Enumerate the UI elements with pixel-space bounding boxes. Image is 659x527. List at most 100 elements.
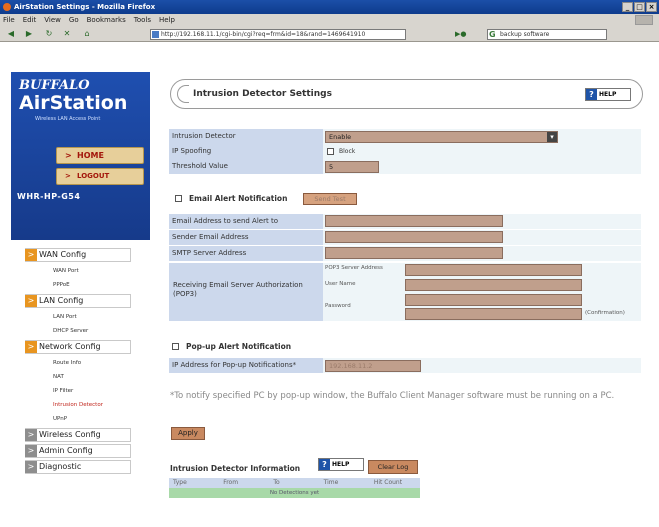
column-from: From — [223, 479, 239, 486]
chevron-right-icon: > — [25, 341, 37, 353]
ip-spoofing-checkbox[interactable] — [327, 148, 334, 155]
email-alert-heading: Email Alert Notification — [175, 194, 287, 203]
help-icon: ? — [586, 89, 597, 100]
window-controls: _ □ × — [622, 2, 657, 12]
search-field[interactable]: G backup software — [487, 29, 607, 40]
sidebar-sub-intrusion-detector[interactable]: Intrusion Detector — [53, 402, 103, 408]
home-label: HOME — [77, 151, 104, 160]
sidebar-item-admin-config[interactable]: > Admin Config — [25, 444, 131, 458]
pop3-server-label: POP3 Server Address — [325, 265, 383, 271]
go-icon[interactable]: ▶● — [455, 29, 475, 39]
sidebar-item-wireless-config[interactable]: > Wireless Config — [25, 428, 131, 442]
clear-log-button[interactable]: Clear Log — [368, 460, 418, 474]
menu-bookmarks[interactable]: Bookmarks — [87, 14, 126, 26]
chevron-right-icon: > — [25, 249, 37, 261]
search-value: backup software — [500, 31, 550, 38]
intrusion-detector-select[interactable]: Enable ▾ — [325, 131, 558, 143]
model-name: WHR-HP-G54 — [17, 192, 81, 201]
logout-label: LOGOUT — [77, 172, 110, 180]
sidebar-sub-dhcp-server[interactable]: DHCP Server — [53, 328, 88, 334]
sidebar-sub-pppoe[interactable]: PPPoE — [53, 282, 70, 288]
chevron-right-icon: > — [25, 461, 37, 473]
help-button[interactable]: ? HELP — [585, 88, 631, 101]
sidebar-item-label: Network Config — [39, 342, 101, 351]
table-header: Type From To Time Hit Count — [169, 478, 420, 488]
minimize-button[interactable]: _ — [622, 2, 633, 12]
home-icon[interactable]: ⌂ — [80, 29, 94, 39]
sidebar-item-lan-config[interactable]: > LAN Config — [25, 294, 131, 308]
sidebar-sub-nat[interactable]: NAT — [53, 374, 64, 380]
pop3-label: Receiving Email Server Authorization (PO… — [169, 263, 323, 321]
confirmation-label: (Confirmation) — [585, 310, 625, 316]
intrusion-detector-value: Enable — [329, 133, 352, 141]
sidebar-sub-route-info[interactable]: Route Info — [53, 360, 81, 366]
threshold-row: Threshold Value 5 — [169, 159, 641, 174]
info-help-button[interactable]: ? HELP — [318, 458, 364, 471]
home-button[interactable]: > HOME — [56, 147, 144, 164]
sidebar-sub-ip-filter[interactable]: IP Filter — [53, 388, 73, 394]
email-to-input[interactable] — [325, 215, 503, 227]
apply-button[interactable]: Apply — [171, 427, 205, 440]
smtp-input[interactable] — [325, 247, 503, 259]
password-input[interactable] — [405, 294, 582, 306]
username-input[interactable] — [405, 279, 582, 291]
column-time: Time — [323, 479, 339, 486]
sidebar-item-label: LAN Config — [39, 296, 84, 305]
menu-file[interactable]: File — [3, 14, 15, 26]
column-to: To — [273, 479, 280, 486]
sidebar-item-network-config[interactable]: > Network Config — [25, 340, 131, 354]
smtp-row: SMTP Server Address — [169, 246, 641, 261]
ip-spoofing-option: Block — [339, 148, 356, 155]
maximize-button[interactable]: □ — [634, 2, 645, 12]
password-label: Password — [325, 303, 351, 309]
popup-ip-value: 192.168.11.2 — [329, 362, 373, 370]
help-icon: ? — [319, 459, 330, 470]
chevron-right-icon: > — [65, 151, 72, 160]
url-bar[interactable]: http://192.168.11.1/cgi-bin/cgi?req=frm&… — [150, 29, 406, 40]
page-title: Intrusion Detector Settings — [193, 89, 332, 99]
popup-alert-checkbox[interactable] — [172, 343, 179, 350]
sidebar-item-wan-config[interactable]: > WAN Config — [25, 248, 131, 262]
email-alert-checkbox[interactable] — [175, 195, 182, 202]
menu-view[interactable]: View — [44, 14, 61, 26]
menu-go[interactable]: Go — [69, 14, 79, 26]
firefox-icon — [3, 3, 11, 11]
sender-email-input[interactable] — [325, 231, 503, 243]
sidebar-sub-lan-port[interactable]: LAN Port — [53, 314, 77, 320]
sidebar-sub-wan-port[interactable]: WAN Port — [53, 268, 79, 274]
threshold-value: 5 — [329, 163, 334, 171]
chevron-down-icon: ▾ — [547, 132, 557, 142]
back-icon[interactable]: ◀ — [4, 29, 18, 39]
threshold-label: Threshold Value — [169, 159, 323, 174]
email-to-label: Email Address to send Alert to — [169, 214, 323, 229]
logout-button[interactable]: > LOGOUT — [56, 168, 144, 185]
brand-logo: BUFFALO — [19, 78, 90, 93]
throbber-icon — [635, 15, 653, 25]
forward-icon[interactable]: ▶ — [22, 29, 36, 39]
window-title: AirStation Settings - Mozilla Firefox — [14, 3, 156, 11]
menubar: File Edit View Go Bookmarks Tools Help — [0, 14, 659, 26]
close-button[interactable]: × — [646, 2, 657, 12]
threshold-input[interactable]: 5 — [325, 161, 379, 173]
menu-tools[interactable]: Tools — [134, 14, 151, 26]
menu-help[interactable]: Help — [159, 14, 175, 26]
popup-ip-input[interactable]: 192.168.11.2 — [325, 360, 421, 372]
sidebar-sub-upnp[interactable]: UPnP — [53, 416, 67, 422]
intrusion-detector-row: Intrusion Detector Enable ▾ — [169, 129, 641, 144]
stop-icon[interactable]: ✕ — [60, 29, 74, 39]
pop3-server-input[interactable] — [405, 264, 582, 276]
reload-icon[interactable]: ↻ — [42, 29, 56, 39]
info-heading: Intrusion Detector Information — [170, 464, 301, 473]
popup-ip-label: IP Address for Pop-up Notifications* — [169, 358, 323, 373]
password-confirm-input[interactable] — [405, 308, 582, 320]
sidebar-item-diagnostic[interactable]: > Diagnostic — [25, 460, 131, 474]
smtp-label: SMTP Server Address — [169, 246, 323, 261]
google-icon: G — [489, 30, 496, 39]
send-test-button[interactable]: Send Test — [303, 193, 357, 205]
email-to-row: Email Address to send Alert to — [169, 214, 641, 229]
brand-block: BUFFALO AirStation Wireless LAN Access P… — [11, 72, 150, 240]
panel-header: Intrusion Detector Settings ? HELP — [170, 79, 643, 109]
menu-edit[interactable]: Edit — [23, 14, 37, 26]
help-label: HELP — [332, 461, 350, 468]
value-cell — [323, 144, 641, 159]
